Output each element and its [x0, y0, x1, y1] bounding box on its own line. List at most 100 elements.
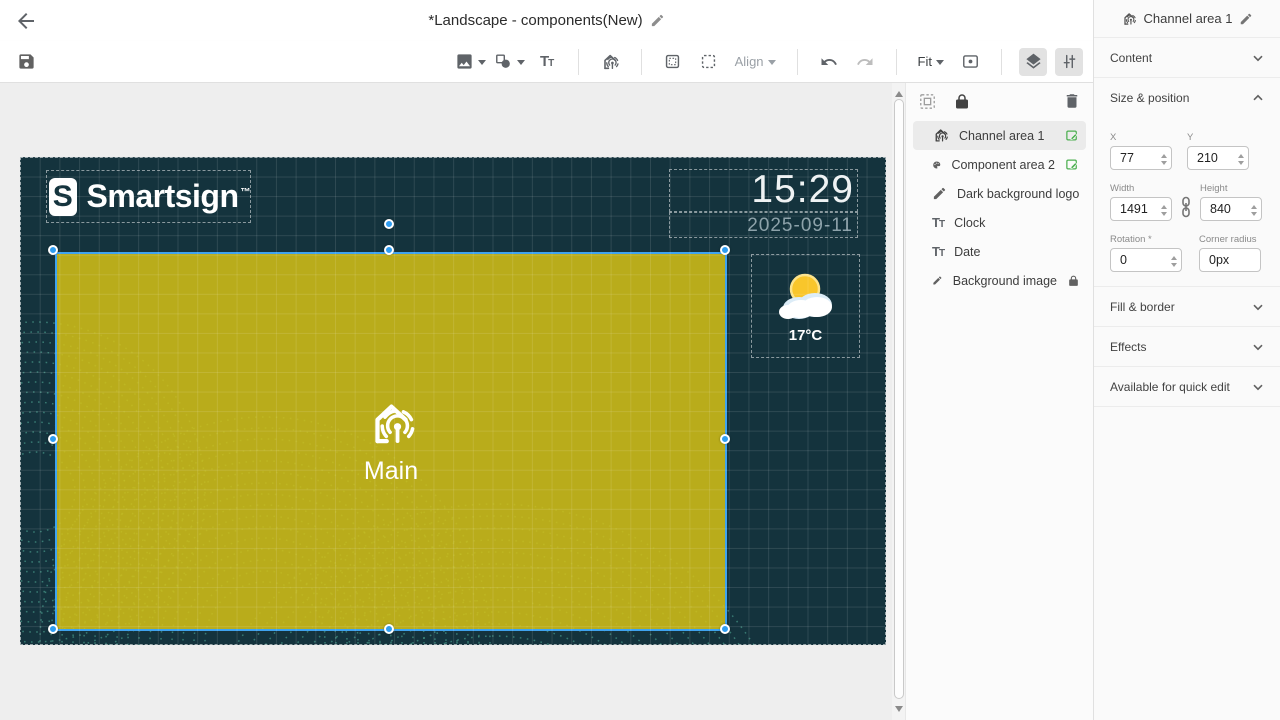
channel-area-1-object[interactable]: Main: [55, 252, 727, 631]
preview-icon: [962, 55, 978, 68]
text-icon: TT: [932, 244, 945, 259]
save-icon: [18, 54, 34, 69]
insert-placeholder-area-button[interactable]: [695, 48, 723, 76]
lock-icon[interactable]: [953, 92, 971, 110]
section-fill-border[interactable]: Fill & border: [1094, 286, 1280, 326]
y-stepper[interactable]: [1238, 151, 1244, 168]
redo-icon: [856, 57, 873, 65]
layer-item-date[interactable]: TT Date: [913, 237, 1086, 266]
select-all-icon[interactable]: [918, 92, 937, 111]
width-label: Width: [1110, 183, 1135, 194]
brush-icon: [933, 187, 946, 200]
toggle-layers-panel-button[interactable]: [1019, 47, 1047, 76]
design-canvas[interactable]: S Smartsign ™ 15:29 2025-09-11 17°C Main: [20, 157, 886, 645]
temperature-text: 17°C: [788, 327, 823, 344]
layer-item-channel-area-1[interactable]: Channel area 1: [913, 121, 1086, 150]
preview-button[interactable]: [956, 48, 984, 76]
document-title: *Landscape - components(New): [428, 12, 643, 29]
quick-edit-icon: [1066, 130, 1078, 141]
y-label: Y: [1187, 132, 1194, 143]
rename-icon[interactable]: [1239, 12, 1253, 26]
layer-label: Date: [954, 244, 981, 259]
section-label: Size & position: [1110, 90, 1190, 105]
rotation-stepper[interactable]: [1171, 253, 1177, 270]
channel-icon: [935, 129, 949, 142]
undo-button[interactable]: [815, 48, 843, 76]
insert-shape-button[interactable]: [494, 48, 525, 76]
resize-handle-top-center[interactable]: [384, 245, 394, 255]
scroll-down-arrow[interactable]: [895, 706, 903, 716]
resize-handle-top-right[interactable]: [720, 245, 730, 255]
sun-cloud-icon: [778, 273, 832, 319]
x-stepper[interactable]: [1161, 151, 1167, 168]
resize-handle-bottom-center[interactable]: [384, 624, 394, 634]
corner-radius-input[interactable]: [1199, 248, 1261, 272]
toolbar-divider: [640, 48, 642, 75]
chevron-down-icon: [1253, 303, 1263, 310]
insert-text-button[interactable]: TT: [533, 48, 561, 76]
layer-item-clock[interactable]: TT Clock: [913, 208, 1086, 237]
section-content[interactable]: Content: [1094, 37, 1280, 77]
align-menu-button[interactable]: Align: [731, 54, 780, 69]
insert-image-button[interactable]: [455, 48, 486, 76]
height-stepper[interactable]: [1251, 202, 1257, 219]
back-button[interactable]: [14, 9, 38, 33]
channel-area-icon: [603, 54, 619, 69]
section-effects[interactable]: Effects: [1094, 326, 1280, 366]
vertical-scrollbar[interactable]: [892, 83, 905, 720]
chevron-down-icon: [516, 59, 525, 69]
fit-label: Fit: [917, 54, 932, 69]
scroll-up-arrow[interactable]: [895, 87, 903, 97]
layers-panel: Channel area 1 Component area 2 Dark bac…: [905, 83, 1093, 720]
section-label: Fill & border: [1110, 299, 1175, 314]
insert-channel-area-button[interactable]: [596, 48, 624, 76]
toggle-properties-panel-button[interactable]: [1055, 47, 1083, 76]
channel-icon: [1123, 12, 1136, 25]
link-dimensions-button[interactable]: [1179, 196, 1193, 221]
layer-item-component-area-2[interactable]: Component area 2: [913, 150, 1086, 179]
toolbar-divider: [796, 48, 798, 75]
back-arrow-icon: [18, 13, 34, 29]
layer-item-background-image[interactable]: Background image: [913, 266, 1086, 295]
toolbar-divider: [1001, 48, 1002, 75]
chevron-down-icon: [477, 59, 486, 69]
rotation-handle[interactable]: [384, 219, 394, 229]
align-label: Align: [734, 54, 764, 69]
dark-background-logo-object[interactable]: S Smartsign ™: [46, 170, 251, 223]
clock-object[interactable]: 15:29: [669, 168, 858, 212]
section-label: Content: [1110, 50, 1153, 65]
layer-item-dark-background-logo[interactable]: Dark background logo: [913, 179, 1086, 208]
section-available-for-quick-edit[interactable]: Available for quick edit: [1094, 366, 1280, 406]
resize-handle-bottom-right[interactable]: [720, 624, 730, 634]
canvas-workspace: S Smartsign ™ 15:29 2025-09-11 17°C Main: [0, 83, 905, 720]
trash-icon[interactable]: [1063, 92, 1081, 110]
properties-header: Channel area 1: [1094, 0, 1280, 37]
redo-button[interactable]: [851, 48, 879, 76]
smartsign-monogram: S: [49, 177, 77, 216]
edit-title-icon[interactable]: [650, 13, 665, 28]
resize-handle-top-left[interactable]: [48, 245, 58, 255]
toolbar-divider: [895, 48, 897, 75]
scrollbar-thumb[interactable]: [893, 99, 904, 699]
fit-zoom-button[interactable]: Fit: [914, 54, 948, 69]
channel-icon: [361, 397, 421, 451]
insert-component-area-button[interactable]: [659, 48, 687, 76]
quick-edit-badge: [1065, 157, 1080, 172]
corner-radius-label: Corner radius: [1199, 234, 1257, 245]
rotation-label: Rotation *: [1110, 234, 1152, 245]
text-tool-icon: TT: [539, 53, 554, 70]
section-label: Available for quick edit: [1110, 379, 1230, 394]
dashed-area-icon: [701, 54, 716, 69]
component-area-icon: [665, 54, 680, 69]
resize-handle-bottom-left[interactable]: [48, 624, 58, 634]
layer-list: Channel area 1 Component area 2 Dark bac…: [906, 119, 1093, 297]
resize-handle-middle-left[interactable]: [48, 434, 58, 444]
section-size-position[interactable]: Size & position: [1094, 77, 1280, 117]
toolbar: TT Align Fit: [0, 41, 1093, 83]
size-position-fields: X Y Width: [1094, 117, 1280, 286]
width-stepper[interactable]: [1161, 202, 1167, 219]
resize-handle-middle-right[interactable]: [720, 434, 730, 444]
weather-component-area[interactable]: 17°C: [751, 254, 860, 358]
date-object[interactable]: 2025-09-11: [669, 212, 858, 238]
save-button[interactable]: [12, 48, 40, 76]
